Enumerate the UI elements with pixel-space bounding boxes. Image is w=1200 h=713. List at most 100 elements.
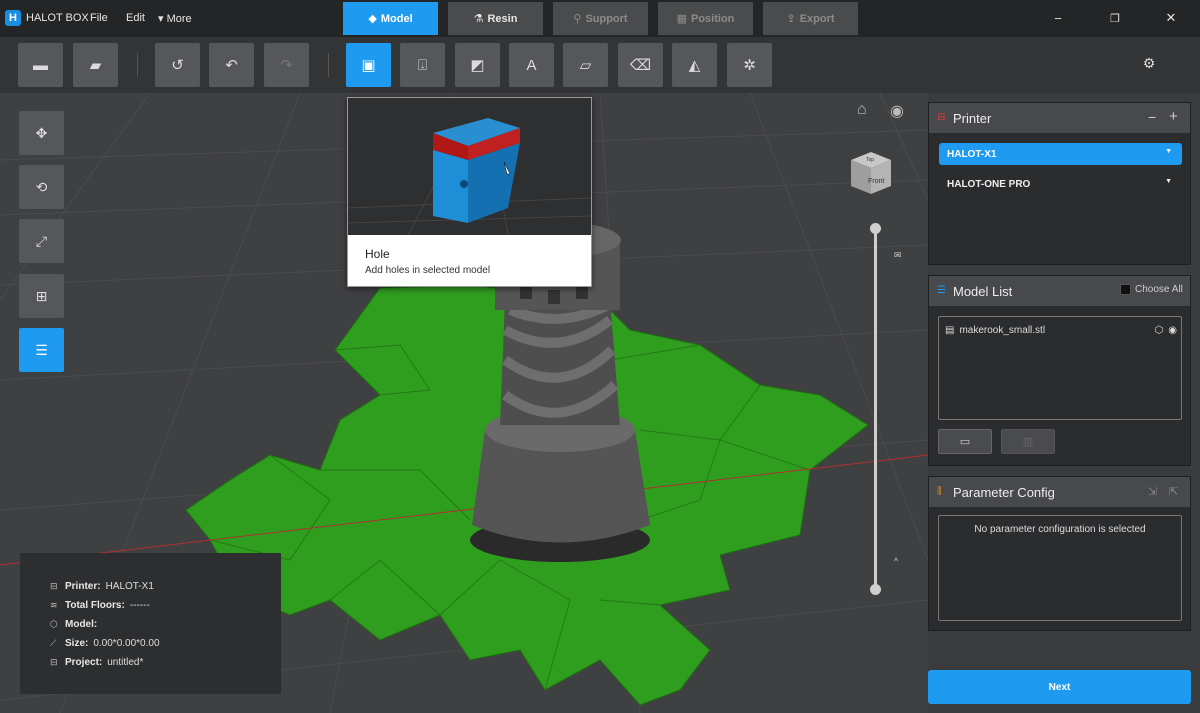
step-resin[interactable]: ⚗ Resin bbox=[448, 2, 543, 35]
view-cube-top: Top bbox=[866, 157, 874, 163]
step-support[interactable]: ⚲ Support bbox=[553, 2, 648, 35]
file-icon: ▤ bbox=[945, 325, 955, 336]
next-button[interactable]: Next bbox=[928, 670, 1191, 704]
eye-icon[interactable]: ◉ bbox=[1168, 325, 1177, 336]
restore-button[interactable]: ❐ bbox=[1107, 10, 1123, 26]
project-icon: ⊟ bbox=[50, 657, 58, 667]
support-icon: ⚲ bbox=[573, 13, 582, 25]
open-project-button[interactable]: ▰ bbox=[73, 43, 118, 87]
printer-icon: ⊟ bbox=[50, 581, 58, 591]
parameter-config-title: Parameter Config bbox=[953, 485, 1055, 500]
step-export[interactable]: ⇪ Export bbox=[763, 2, 858, 35]
layers-icon: ≋ bbox=[50, 600, 58, 610]
model-list-panel: ☰ Model List Choose All ▤ makerook_small… bbox=[928, 275, 1191, 466]
redo-icon: ↷ bbox=[280, 57, 293, 74]
title-bar: H HALOT BOX File Edit ▾ More ◆ Model ⚗ Res… bbox=[0, 0, 1200, 37]
cut-button[interactable]: ◩ bbox=[455, 43, 500, 87]
parameter-config-panel: ⫼ Parameter Config ⇲ ⇱ No parameter conf… bbox=[928, 476, 1191, 631]
home-view-icon[interactable]: ⌂ bbox=[857, 101, 875, 119]
text-icon: A bbox=[526, 56, 537, 74]
tooltip-title: Hole bbox=[365, 247, 390, 261]
open-file-button[interactable]: ▬ bbox=[18, 43, 63, 87]
printer-panel-title: Printer bbox=[953, 111, 992, 126]
slider-top-marker-icon: ✉ bbox=[894, 250, 902, 260]
redo-button[interactable]: ↷ bbox=[264, 43, 309, 87]
info-project: ⊟ Project: untitled* bbox=[50, 657, 143, 668]
printer-selected-label: HALOT-X1 bbox=[947, 149, 997, 160]
hole-preview-image bbox=[348, 118, 591, 235]
delete-model-button[interactable]: ▥ bbox=[1001, 429, 1055, 454]
info-floors-label: Total Floors: bbox=[65, 600, 125, 611]
model-list-title: Model List bbox=[953, 284, 1013, 299]
close-button[interactable]: ✕ bbox=[1163, 10, 1179, 26]
layer-slider-bottom-handle[interactable] bbox=[870, 584, 881, 595]
info-model-label: Model: bbox=[65, 619, 98, 630]
info-project-value: untitled* bbox=[107, 657, 144, 668]
printer-option-item[interactable]: HALOT-ONE PRO ▼ bbox=[939, 173, 1182, 195]
reset-button[interactable]: ↺ bbox=[155, 43, 200, 87]
step-model[interactable]: ◆ Model bbox=[343, 2, 438, 35]
step-support-label: Support bbox=[585, 12, 628, 25]
settings-icon[interactable]: ⚙ bbox=[1140, 54, 1158, 72]
printer-selected-item[interactable]: HALOT-X1 ▼ bbox=[939, 143, 1182, 165]
sliders-icon: ⫼ bbox=[937, 486, 942, 497]
visibility-eye-icon[interactable]: ◉ bbox=[890, 101, 910, 120]
menu-file[interactable]: File bbox=[90, 12, 108, 24]
import-config-icon[interactable]: ⇲ bbox=[1148, 485, 1157, 498]
scale-tool-button[interactable]: ⤢ bbox=[19, 219, 64, 263]
layer-slider-top-handle[interactable] bbox=[870, 223, 881, 234]
caret-down-icon: ▾ bbox=[158, 13, 167, 25]
toolbar-divider bbox=[328, 53, 329, 77]
folder-icon: ▭ bbox=[959, 436, 971, 448]
project-icon: ▰ bbox=[89, 57, 102, 74]
move-tool-button[interactable]: ✥ bbox=[19, 111, 64, 155]
info-printer: ⊟ Printer: HALOT-X1 bbox=[50, 581, 154, 592]
parameter-empty-text: No parameter configuration is selected bbox=[974, 524, 1146, 535]
hole-button[interactable]: ▣ bbox=[346, 43, 391, 87]
list-icon: ☰ bbox=[937, 285, 946, 296]
export-icon: ⇪ bbox=[786, 13, 796, 25]
list-item[interactable]: ▤ makerook_small.stl ⬡ ◉ bbox=[945, 325, 1177, 336]
ruler-icon: ⟋ bbox=[50, 638, 57, 648]
collapse-icon[interactable]: − bbox=[1148, 109, 1156, 125]
choose-all-checkbox[interactable]: Choose All bbox=[1120, 284, 1183, 295]
cube-icon[interactable]: ⬡ bbox=[1155, 325, 1164, 336]
layer-slider-track[interactable] bbox=[874, 228, 877, 590]
step-position[interactable]: ▦ Position bbox=[658, 2, 753, 35]
info-model: ⬡ Model: bbox=[50, 619, 102, 630]
list-tool-button[interactable]: ☰ bbox=[19, 328, 64, 372]
list-icon: ☰ bbox=[35, 341, 48, 358]
view-cube[interactable]: Top Front bbox=[849, 150, 893, 196]
cube-icon: ◆ bbox=[368, 13, 377, 25]
info-size: ⟋ Size: 0.00*0.00*0.00 bbox=[50, 638, 160, 649]
add-printer-icon[interactable]: + bbox=[1169, 108, 1178, 125]
duplicate-tool-button[interactable]: ⊞ bbox=[19, 274, 64, 318]
trash-icon: ▥ bbox=[1022, 436, 1034, 448]
checkbox-box bbox=[1120, 284, 1131, 295]
hollow-button[interactable]: ⍗ bbox=[400, 43, 445, 87]
export-config-icon[interactable]: ⇱ bbox=[1169, 485, 1178, 498]
slider-up-arrow-icon[interactable]: ^ bbox=[894, 556, 898, 566]
measure-button[interactable]: ▱ bbox=[563, 43, 608, 87]
text-button[interactable]: A bbox=[509, 43, 554, 87]
model-list-header: ☰ Model List Choose All bbox=[929, 276, 1190, 306]
menu-more[interactable]: ▾ More bbox=[158, 12, 192, 25]
parameter-config-box: No parameter configuration is selected bbox=[938, 515, 1182, 621]
printer-icon: ⊟ bbox=[937, 112, 946, 123]
mirror-button[interactable]: ◭ bbox=[672, 43, 717, 87]
undo-button[interactable]: ↶ bbox=[209, 43, 254, 87]
minimize-button[interactable]: − bbox=[1050, 10, 1066, 26]
info-floors-value: ------ bbox=[129, 600, 150, 611]
rotate-tool-button[interactable]: ⟲ bbox=[19, 165, 64, 209]
info-size-value: 0.00*0.00*0.00 bbox=[93, 638, 160, 649]
repair-button[interactable]: ✲ bbox=[727, 43, 772, 87]
erase-button[interactable]: ⌫ bbox=[618, 43, 663, 87]
mirror-icon: ◭ bbox=[688, 57, 701, 74]
duplicate-icon: ⊞ bbox=[35, 287, 48, 304]
toolbar: ▬ ▰ ↺ ↶ ↷ ▣ ⍗ ◩ A ▱ ⌫ ◭ ✲ ⚙ bbox=[0, 37, 1200, 93]
history-icon: ↺ bbox=[171, 57, 184, 74]
atom-icon: ✲ bbox=[743, 57, 756, 74]
info-size-label: Size: bbox=[65, 638, 89, 649]
import-model-button[interactable]: ▭ bbox=[938, 429, 992, 454]
menu-edit[interactable]: Edit bbox=[126, 12, 145, 24]
